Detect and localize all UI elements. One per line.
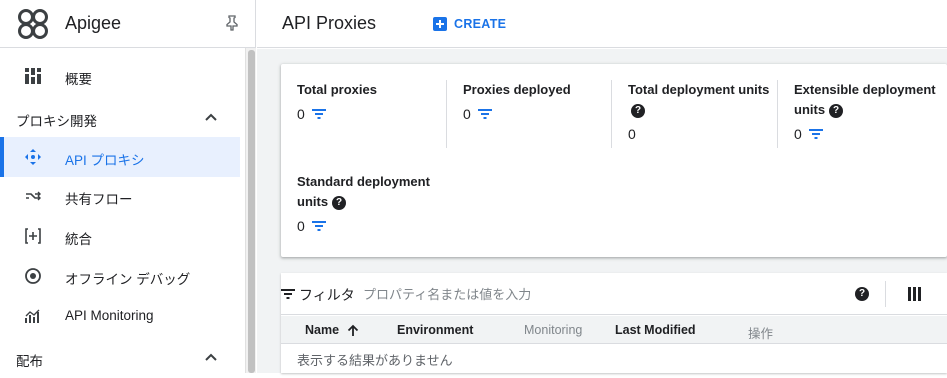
metric-value: 0 [628, 126, 636, 142]
column-header-monitoring: Monitoring [524, 323, 583, 337]
monitoring-chart-icon [25, 309, 40, 323]
filter-bar: フィルタ ? [281, 273, 947, 315]
filter-list-icon[interactable] [311, 108, 327, 120]
filter-label[interactable]: フィルタ [299, 285, 355, 305]
section-proxy-development[interactable]: プロキシ開発 [0, 98, 240, 138]
metric-divider [777, 80, 778, 148]
column-header-last-modified[interactable]: Last Modified [615, 323, 696, 337]
column-header-name[interactable]: Name [305, 323, 359, 337]
filter-list-icon[interactable] [281, 288, 295, 300]
help-icon[interactable]: ? [855, 287, 869, 301]
page-header: API Proxies CREATE [257, 0, 947, 48]
metric-divider [446, 80, 447, 148]
sidebar-item-shared-flows[interactable]: 共有フロー [0, 176, 240, 216]
sidebar-item-label: 共有フロー [65, 192, 133, 207]
arrow-upward-icon [347, 324, 359, 337]
section-distribution[interactable]: 配布 [0, 338, 240, 378]
column-header-actions: 操作 [748, 327, 774, 341]
metric-standard-deployment-units: Standard deployment units? 0 [297, 172, 437, 234]
metric-extensible-deployment-units: Extensible deployment units? 0 [794, 80, 944, 142]
sidebar-item-api-monitoring[interactable]: API Monitoring [0, 296, 240, 336]
column-display-icon[interactable] [908, 287, 922, 301]
brand-name: Apigee [65, 13, 122, 33]
sidebar-item-overview[interactable]: 概要 [0, 56, 240, 96]
apigee-logo-icon [18, 9, 48, 39]
integration-bracket-icon [25, 228, 41, 244]
sidebar-scrollbar[interactable] [245, 48, 256, 373]
metric-value: 0 [794, 126, 802, 142]
filter-input[interactable] [361, 283, 821, 305]
metric-total-deployment-units: Total deployment units? 0 [628, 80, 778, 142]
help-icon[interactable]: ? [332, 195, 347, 210]
metric-label: Proxies deployed [463, 82, 571, 97]
metric-proxies-deployed: Proxies deployed 0 [463, 80, 623, 122]
sidebar-item-offline-debug[interactable]: オフライン デバッグ [0, 256, 240, 296]
sidebar-item-label: 概要 [65, 72, 92, 87]
toolbar-divider [885, 281, 886, 307]
proxies-table-card: フィルタ ? Name Environment Monitoring Last … [281, 273, 947, 373]
chevron-up-icon [205, 353, 217, 361]
dashboard-icon [25, 68, 41, 84]
table-header: Name Environment Monitoring Last Modifie… [281, 316, 947, 344]
column-header-label: Name [305, 323, 340, 337]
create-button[interactable]: CREATE [433, 13, 506, 35]
sidebar-item-label: 統合 [65, 232, 92, 247]
brand-bar: Apigee [0, 0, 256, 48]
pin-icon[interactable] [223, 14, 241, 32]
debug-icon [25, 268, 41, 284]
metric-label: Total deployment units [628, 82, 770, 97]
chevron-up-icon [205, 113, 217, 121]
help-icon[interactable]: ? [829, 103, 844, 118]
sidebar-item-label: API Monitoring [65, 308, 154, 323]
shared-flow-icon [26, 191, 41, 201]
metric-label: Standard deployment units [297, 174, 430, 209]
metric-label: Total proxies [297, 82, 377, 97]
empty-state-message: 表示する結果がありません [297, 353, 453, 368]
metric-label: Extensible deployment units [794, 82, 936, 117]
proxy-diamond-icon [25, 149, 41, 165]
add-box-icon [433, 17, 447, 31]
sidebar-item-label: オフライン デバッグ [65, 272, 191, 287]
help-icon[interactable]: ? [631, 103, 645, 118]
metric-total-proxies: Total proxies 0 [297, 80, 457, 122]
metrics-card: Total proxies 0 Proxies deployed 0 Total… [281, 64, 947, 257]
sidebar-item-api-proxies[interactable]: API プロキシ [0, 137, 240, 177]
scrollbar-thumb[interactable] [248, 50, 255, 373]
section-label: 配布 [16, 354, 43, 369]
main-content: Total proxies 0 Proxies deployed 0 Total… [257, 49, 947, 373]
metric-value: 0 [463, 106, 471, 122]
filter-list-icon[interactable] [808, 128, 824, 140]
column-header-environment[interactable]: Environment [397, 323, 473, 337]
sidebar-item-label: API プロキシ [65, 153, 145, 168]
filter-list-icon[interactable] [477, 108, 493, 120]
metric-value: 0 [297, 106, 305, 122]
create-button-label: CREATE [454, 17, 507, 31]
page-title: API Proxies [282, 13, 377, 33]
sidebar-item-integration[interactable]: 統合 [0, 216, 240, 256]
sidebar: Apigee 概要 プロキシ開発 API プロキシ 共有フロー 統合 オフライン… [0, 0, 256, 373]
section-label: プロキシ開発 [16, 114, 97, 129]
metric-value: 0 [297, 218, 305, 234]
filter-list-icon[interactable] [311, 220, 327, 232]
metric-divider [611, 80, 612, 148]
